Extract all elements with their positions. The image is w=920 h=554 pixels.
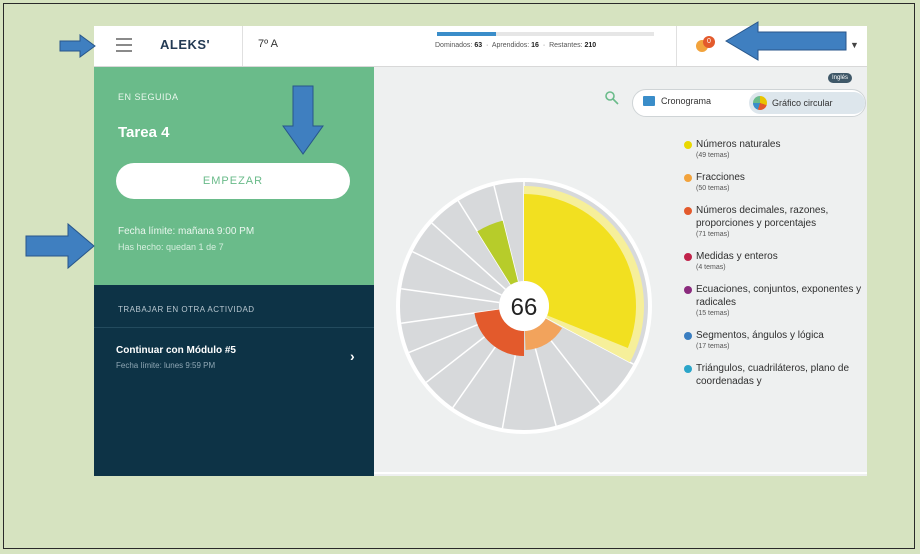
start-button[interactable]: EMPEZAR [116,163,350,199]
legend-item[interactable]: Números decimales, razones, proporciones… [682,204,867,240]
legend-item-count: (49 temas) [696,152,730,159]
task-progress-text: Has hecho: quedan 1 de 7 [118,242,224,252]
legend-item-name: Medidas y enteros [696,251,778,262]
pie-chart-toggle[interactable]: Gráfico circular [749,92,865,114]
other-activity-section: TRABAJAR EN OTRA ACTIVIDAD Continuar con… [94,285,374,476]
hamburger-icon[interactable] [116,38,132,52]
legend-item-count: (4 temas) [696,264,726,271]
task-title: Tarea 4 [118,124,170,141]
aleks-logo: ALEKS' [160,37,211,52]
module-link[interactable]: Continuar con Módulo #5 [116,345,236,356]
legend-item[interactable]: Ecuaciones, conjuntos, exponentes y radi… [682,283,867,319]
next-task-card: EN SEGUIDA Tarea 4 EMPEZAR Fecha límite:… [94,67,374,285]
legend-color-dot [684,332,692,340]
progress-fill [437,32,496,36]
module-due-date: Fecha límite: lunes 9:59 PM [116,361,216,370]
legend-item[interactable]: Triángulos, cuadriláteros, plano de coor… [682,362,867,388]
language-badge[interactable]: Inglés [828,73,853,83]
calendar-icon [643,96,655,106]
arrow-right-icon [25,222,95,270]
legend-item-count: (50 temas) [696,185,730,192]
divider [374,472,867,474]
legend-item-name: Ecuaciones, conjuntos, exponentes y radi… [696,284,862,308]
chevron-right-icon[interactable]: › [350,348,355,364]
legend-item-name: Fracciones [696,172,745,183]
timeline-toggle[interactable]: Cronograma [643,96,711,106]
chart-center-value: 66 [511,294,538,321]
legend-item[interactable]: Números naturales (49 temas) [682,138,867,161]
due-date: Fecha límite: mañana 9:00 PM [118,226,255,237]
status-label: EN SEGUIDA [118,92,179,102]
legend-item[interactable]: Fracciones (50 temas) [682,171,867,194]
progress-bar [437,32,654,36]
left-panel: EN SEGUIDA Tarea 4 EMPEZAR Fecha límite:… [94,67,374,476]
divider [676,26,677,66]
legend-item-count: (17 temas) [696,343,730,350]
notification-count: 0 [703,36,715,48]
legend-color-dot [684,253,692,261]
legend-color-dot [684,286,692,294]
pie-chart-icon [753,96,767,110]
legend-item-count: (71 temas) [696,231,730,238]
legend-color-dot [684,141,692,149]
dominados-value: 63 [474,42,483,49]
divider [94,327,374,328]
legend-item[interactable]: Segmentos, ángulos y lógica (17 temas) [682,329,867,352]
legend-item[interactable]: Medidas y enteros (4 temas) [682,250,867,273]
aprendidos-label: Aprendidos: [491,42,530,49]
legend-item-count: (15 temas) [696,310,730,317]
arrow-left-icon [725,21,847,61]
restantes-value: 210 [584,42,597,49]
legend-item-name: Números naturales [696,139,781,150]
legend-item-name: Números decimales, razones, proporciones… [696,205,829,229]
progress-stats: Dominados: 63 · Aprendidos: 16 · Restant… [435,42,597,49]
arrow-down-icon [282,85,324,155]
chart-legend: Números naturales (49 temas) Fracciones (50… [682,138,867,398]
dominados-label: Dominados: [435,42,473,49]
aleks-app: ALEKS' 7º A Dominados: 63 · Aprendidos: … [94,26,867,476]
legend-color-dot [684,174,692,182]
legend-item-name: Triángulos, cuadriláteros, plano de coor… [696,363,850,387]
other-activity-label: TRABAJAR EN OTRA ACTIVIDAD [118,305,255,314]
arrow-right-icon [59,34,96,58]
legend-color-dot [684,207,692,215]
view-toggle: Cronograma Gráfico circular [632,89,866,117]
timeline-label: Cronograma [661,96,712,106]
legend-item-name: Segmentos, ángulos y lógica [696,330,824,341]
restantes-label: Restantes: [549,42,583,49]
mastery-pie-chart[interactable]: 66 [394,176,654,436]
legend-color-dot [684,365,692,373]
class-name[interactable]: 7º A [258,38,278,50]
divider [242,26,243,66]
pie-chart-label: Gráfico circular [772,98,833,108]
notification-icon[interactable]: 0 [696,36,716,54]
chevron-down-icon[interactable]: ▼ [850,40,859,50]
search-icon[interactable] [604,90,620,106]
aprendidos-value: 16 [531,42,539,49]
